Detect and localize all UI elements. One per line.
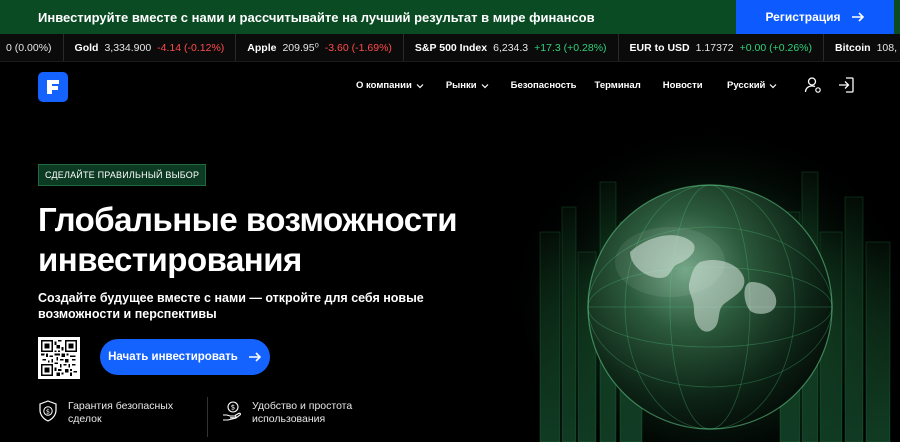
ticker-item[interactable]: 0 (0.00%)	[0, 34, 64, 61]
login-icon[interactable]	[837, 76, 855, 94]
qr-code-image	[41, 340, 77, 376]
ticker-item[interactable]: EUR to USD 1.17372 +0.00 (+0.26%)	[619, 34, 824, 61]
ticker-change: +0.00 (+0.26%)	[739, 41, 812, 54]
nav-item-terminal[interactable]: Терминал	[595, 80, 641, 91]
nav-item-label: Терминал	[594, 80, 641, 91]
nav-item-news[interactable]: Новости	[663, 80, 703, 91]
logo[interactable]	[38, 72, 68, 102]
register-button-label: Регистрация	[765, 10, 841, 24]
nav-item-label: Безопасность	[510, 80, 577, 91]
ticker-change: +17.3 (+0.28%)	[534, 41, 607, 54]
main-nav: О компании Рынки Безопасность Терминал Н…	[356, 80, 703, 91]
qr-code	[38, 337, 80, 379]
feature-text: сделок	[68, 413, 102, 425]
nav-item-label: Новости	[662, 80, 703, 91]
ticker-price: 108,	[876, 41, 898, 54]
ticker-item[interactable]: Bitcoin 108,	[824, 34, 900, 61]
ticker-item[interactable]: Gold 3,334.900 -4.14 (-0.12%)	[64, 34, 237, 61]
ticker-name: Apple	[247, 41, 277, 54]
feature-secure-deals: $ Гарантия безопасных сделок	[38, 400, 173, 426]
ticker-price: 6,234.3	[493, 41, 529, 54]
ticker-item[interactable]: Apple 209.95⁰ -3.60 (-1.69%)	[236, 34, 404, 61]
start-investing-button[interactable]: Начать инвестировать	[100, 339, 270, 375]
chevron-down-icon	[416, 83, 424, 88]
dollar-hand-icon: $	[223, 401, 241, 421]
nav-item-label: Рынки	[445, 80, 477, 91]
hero-title-line: инвестирования	[38, 241, 302, 278]
ticker-item[interactable]: S&P 500 Index 6,234.3 +17.3 (+0.28%)	[404, 34, 619, 61]
chevron-down-icon	[769, 83, 777, 88]
feature-text: Удобство и простота	[252, 400, 353, 412]
nav-item-company[interactable]: О компании	[356, 80, 424, 91]
arrow-right-icon	[248, 352, 261, 362]
hero-badge: СДЕЛАЙТЕ ПРАВИЛЬНЫЙ ВЫБОР	[38, 164, 207, 186]
ticker-price: 1.17372	[695, 41, 734, 54]
ticker-name: Bitcoin	[835, 41, 871, 54]
feature-divider	[207, 397, 208, 437]
logo-icon	[47, 80, 59, 94]
ticker-name: EUR to USD	[629, 41, 690, 54]
shield-dollar-icon: $	[39, 400, 57, 422]
svg-text:$: $	[46, 408, 50, 416]
ticker-change: -4.14 (-0.12%)	[157, 41, 225, 54]
chevron-down-icon	[481, 83, 489, 88]
hero-subtitle: Создайте будущее вместе с нами — откройт…	[38, 291, 424, 321]
globe-illustration	[520, 112, 900, 442]
ticker-price: 3,334.900	[104, 41, 152, 54]
nav-item-label: О компании	[356, 80, 412, 91]
language-label: Русский	[727, 80, 766, 91]
hero-title: Глобальные возможности инвестирования	[38, 200, 508, 280]
ticker-change: -3.60 (-1.69%)	[324, 41, 392, 54]
user-settings-icon[interactable]	[804, 76, 822, 94]
ticker-name: S&P 500 Index	[414, 41, 488, 54]
language-selector[interactable]: Русский	[727, 80, 777, 91]
promo-banner: Инвестируйте вместе с нами и рассчитывай…	[0, 0, 900, 34]
ticker-price: 0 (0.00%)	[6, 41, 52, 54]
feature-text: Гарантия безопасных	[68, 400, 174, 412]
svg-text:$: $	[231, 404, 235, 412]
feature-ease-of-use: $ Удобство и простота использования	[222, 400, 352, 426]
ticker-price: 209.95⁰	[282, 41, 319, 54]
feature-text: использования	[252, 413, 326, 425]
ticker-name: Gold	[74, 41, 99, 54]
hero-title-line: Глобальные возможности	[38, 201, 458, 238]
nav-item-security[interactable]: Безопасность	[511, 80, 577, 91]
register-button[interactable]: Регистрация	[736, 0, 894, 34]
market-ticker: 0 (0.00%) Gold 3,334.900 -4.14 (-0.12%) …	[0, 34, 900, 62]
start-investing-label: Начать инвестировать	[108, 351, 238, 363]
site-header: О компании Рынки Безопасность Терминал Н…	[0, 62, 900, 112]
arrow-right-icon	[851, 12, 864, 22]
nav-item-markets[interactable]: Рынки	[446, 80, 489, 91]
